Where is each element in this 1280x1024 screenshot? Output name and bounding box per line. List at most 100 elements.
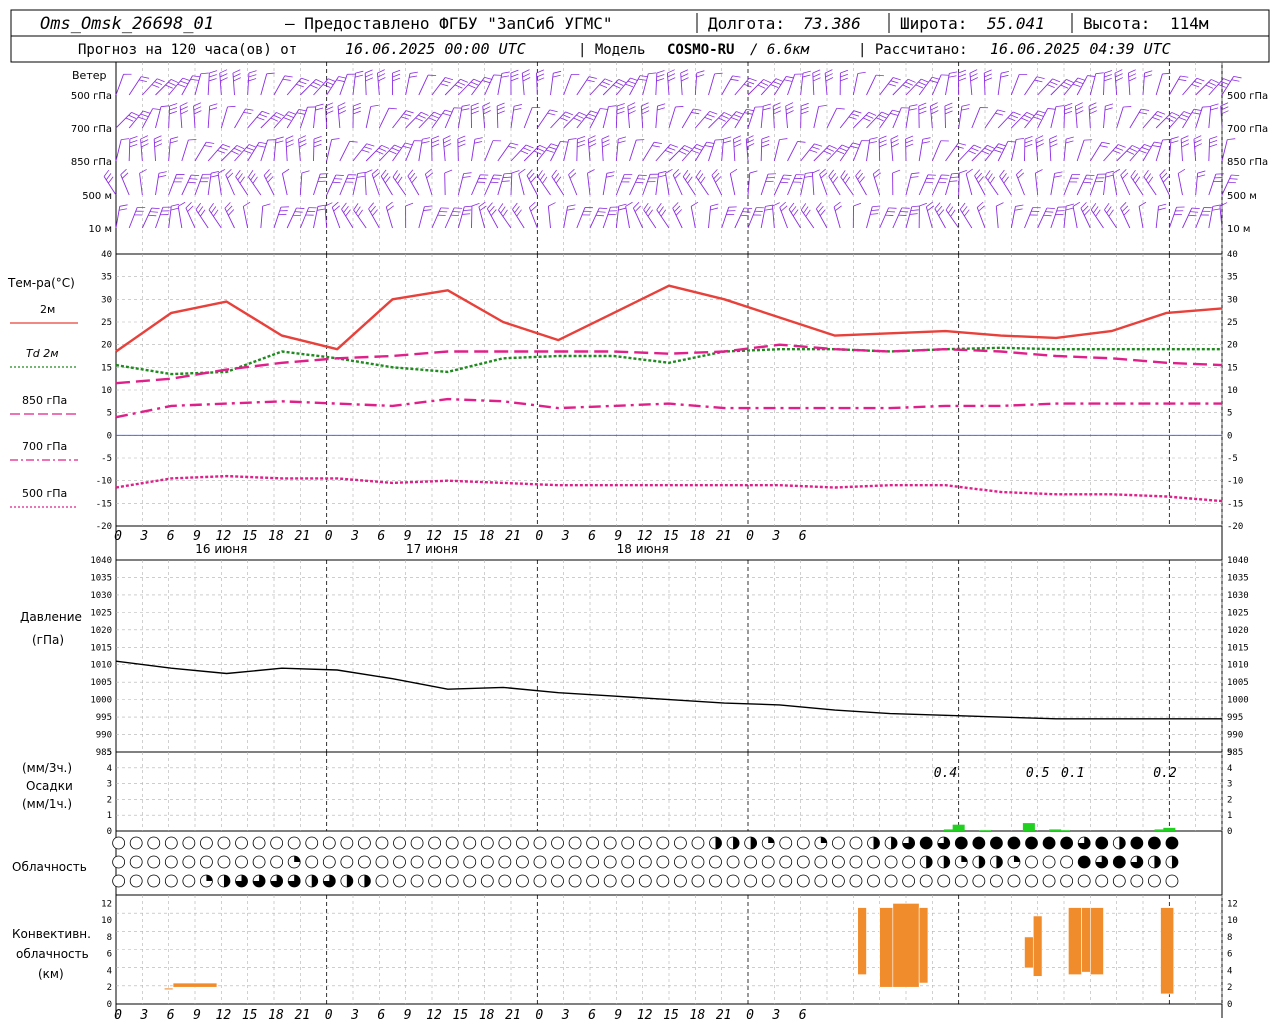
wind-barb-flag <box>256 145 266 148</box>
wind-barb-flag <box>460 78 468 83</box>
wind-barb-flag <box>200 72 209 75</box>
wind-barb-flag <box>855 169 862 177</box>
wind-barb-flag <box>353 203 359 211</box>
cloud-fill-partial <box>346 874 353 887</box>
cloud-fill-full <box>1130 837 1143 849</box>
wind-barb-flag <box>286 143 294 148</box>
wind-barb <box>551 176 565 196</box>
wind-barb <box>484 140 494 162</box>
wind-barb-flag <box>471 106 479 111</box>
wind-barb-flag <box>908 108 917 111</box>
wind-barb-flag <box>1014 208 1023 211</box>
wind-barb-flag <box>984 147 992 152</box>
wind-barb-flag <box>154 139 162 144</box>
wind-barb-flag <box>730 117 739 121</box>
wind-barb-flag <box>296 83 304 88</box>
temp-tick-label: 25 <box>101 318 112 328</box>
wind-barb-flag <box>1145 173 1151 181</box>
cloud-fill-partial <box>294 856 301 862</box>
wind-barb-flag <box>457 81 466 86</box>
wind-barb <box>1112 173 1118 196</box>
precip-bar <box>1058 830 1070 831</box>
wind-barb <box>760 78 777 96</box>
wind-barb-flag <box>961 104 970 107</box>
wind-barb-flag <box>170 79 179 84</box>
wind-barb-flag <box>317 204 326 207</box>
wind-barb-flag <box>1001 71 1010 74</box>
cloud-circle <box>603 836 617 850</box>
wind-barb-flag <box>313 139 322 144</box>
wind-barb-flag <box>812 169 820 174</box>
wind-barb-flag <box>357 209 363 217</box>
wind-level-label: 850 гПа <box>71 157 112 168</box>
wind-barb-flag <box>313 143 322 148</box>
pressure-ylabel-units: (гПа) <box>32 633 64 647</box>
precip-tick-label-right: 5 <box>1227 748 1232 758</box>
wind-barb-flag <box>333 205 340 212</box>
wind-barb <box>976 207 986 229</box>
wind-barb <box>681 108 694 129</box>
x-tick-label: 0 <box>746 529 754 544</box>
x-tick-label: 0 <box>325 1008 333 1023</box>
cloud-fill-full <box>1025 837 1038 849</box>
cloud-circle <box>287 836 301 850</box>
wind-barb-flag <box>137 116 146 121</box>
wind-barb-flag <box>361 149 370 153</box>
cloud-fill-partial <box>1013 856 1020 862</box>
wind-barb-flag <box>733 139 742 144</box>
wind-barb-flag <box>964 209 970 217</box>
wind-barb-flag <box>209 107 218 111</box>
x-tick-label: 3 <box>561 529 570 544</box>
wind-barb-flag <box>462 213 471 215</box>
cloud-circle <box>358 855 371 869</box>
model-label: | Модель <box>578 42 645 58</box>
wind-barb-flag <box>530 176 537 183</box>
cloud-circle <box>779 836 793 850</box>
x-tick-label: 3 <box>139 529 148 544</box>
wind-barb-flag <box>627 80 636 85</box>
wind-barb-flag <box>1117 144 1126 148</box>
wind-barb <box>1138 206 1144 229</box>
wind-barb <box>828 175 841 196</box>
wind-barb-flag <box>189 178 198 180</box>
wind-barb <box>879 77 894 96</box>
wind-barb-flag <box>431 114 439 119</box>
wind-barb-flag <box>601 135 610 140</box>
wind-barb-flag <box>949 180 958 182</box>
cloud-circle <box>340 836 354 850</box>
pressure-tick-label-right: 1010 <box>1227 661 1249 671</box>
wind-barb <box>721 75 733 96</box>
cloud-circle <box>445 836 459 850</box>
wind-barb-flag <box>298 80 307 85</box>
wind-barb-flag <box>1132 145 1140 150</box>
wind-barb-flag <box>588 113 596 117</box>
cloud-circle <box>832 836 845 850</box>
wind-barb-flag <box>878 114 887 119</box>
wind-barb-flag <box>208 203 214 211</box>
cloud-circle <box>112 855 126 869</box>
wind-barb-flag <box>1154 114 1163 118</box>
wind-barb-flag <box>1154 141 1163 144</box>
wind-barb <box>815 208 828 229</box>
wind-barb-flag <box>873 168 880 175</box>
wind-barb <box>866 139 871 162</box>
cloud-circle <box>744 855 758 869</box>
wind-barb-flag <box>706 113 715 118</box>
wind-barb-flag <box>812 73 821 78</box>
wind-barb <box>1104 209 1118 229</box>
wind-barb-flag <box>826 147 834 152</box>
wind-barb-flag <box>1095 209 1101 217</box>
wind-barb-flag <box>209 70 218 74</box>
wind-barb-flag <box>832 176 839 184</box>
wind-barb-flag <box>879 143 887 148</box>
wind-barb-flag <box>802 74 811 78</box>
cloud-circle <box>129 836 143 850</box>
cloud-circle <box>1042 855 1056 869</box>
wind-barb <box>208 209 222 229</box>
wind-barb-flag <box>693 108 702 111</box>
wind-barb <box>892 207 903 229</box>
wind-barb-flag <box>394 173 401 181</box>
wind-barb-flag <box>836 150 845 155</box>
day-label: 17 июня <box>406 542 458 556</box>
wind-barb-flag <box>961 206 968 213</box>
